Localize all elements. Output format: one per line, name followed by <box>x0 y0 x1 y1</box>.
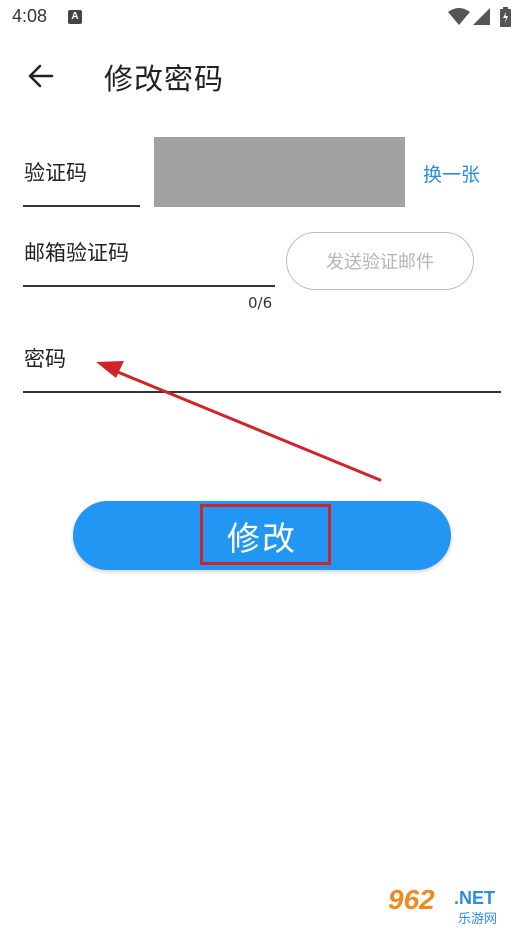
captcha-image[interactable] <box>154 137 405 207</box>
battery-icon <box>500 7 511 27</box>
submit-button[interactable]: 修改 <box>73 501 451 570</box>
send-email-button[interactable]: 发送验证邮件 <box>286 232 474 290</box>
notification-icon: A <box>68 10 82 24</box>
captcha-label: 验证码 <box>24 161 87 185</box>
status-time: 4:08 <box>12 6 48 26</box>
status-bar: 4:08 A <box>0 0 524 36</box>
page-title: 修改密码 <box>104 62 225 96</box>
email-code-counter: 0/6 <box>248 294 273 312</box>
arrow-left-icon <box>28 64 54 88</box>
email-code-label: 邮箱验证码 <box>24 241 129 265</box>
captcha-input[interactable] <box>23 205 140 207</box>
password-input[interactable] <box>23 391 501 393</box>
wifi-icon <box>448 8 470 25</box>
back-button[interactable] <box>24 58 60 94</box>
email-code-input[interactable] <box>23 285 275 287</box>
signal-icon <box>473 8 490 25</box>
submit-label: 修改 <box>227 518 297 558</box>
watermark-name: 乐游网 <box>458 912 498 927</box>
watermark-suffix: .NET <box>454 888 496 908</box>
watermark-number: 962 <box>388 884 435 915</box>
password-label: 密码 <box>24 347 66 371</box>
watermark-logo: 962 .NET 乐游网 <box>388 884 518 928</box>
refresh-captcha-link[interactable]: 换一张 <box>423 160 480 187</box>
